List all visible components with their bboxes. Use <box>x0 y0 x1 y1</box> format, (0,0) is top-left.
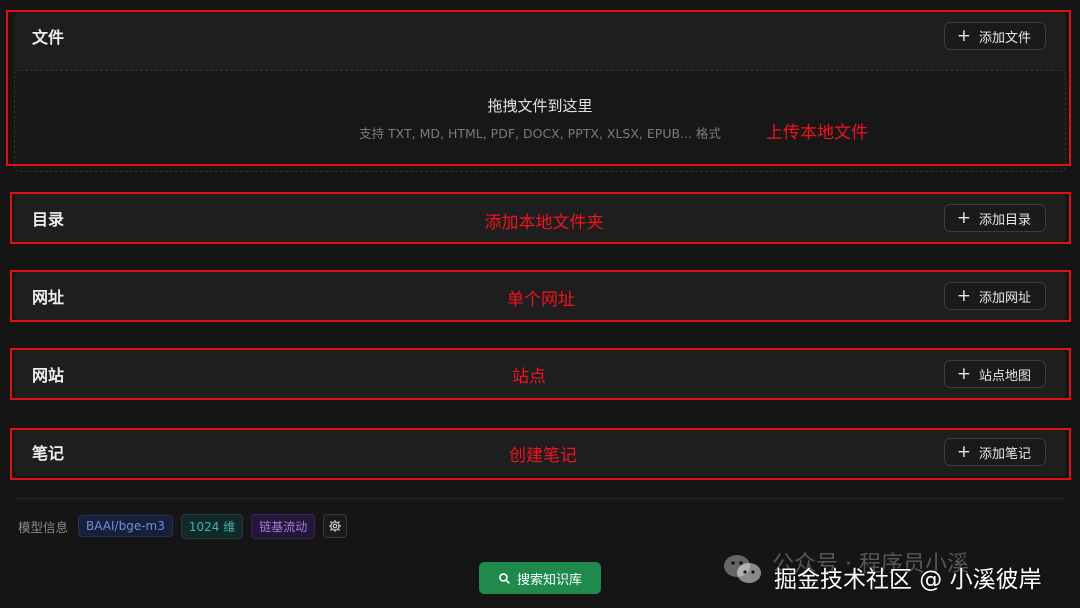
files-section: 文件 + 添加文件 拖拽文件到这里 支持 TXT, MD, HTML, PDF,… <box>14 12 1066 172</box>
search-icon <box>499 572 510 584</box>
gear-icon <box>329 520 342 532</box>
search-knowledge-base-button[interactable]: 搜索知识库 <box>479 562 601 594</box>
dimension-tag: 1024 维 <box>180 513 244 539</box>
plus-icon: + <box>956 441 971 462</box>
add-url-label: 添加网址 <box>978 290 1031 306</box>
provider-tag: 链基流动 <box>251 513 316 539</box>
plus-icon: + <box>956 25 971 46</box>
notes-title: 笔记 <box>32 444 65 463</box>
directory-title: 目录 <box>32 210 65 229</box>
add-url-button[interactable]: + 添加网址 <box>943 282 1046 310</box>
divider <box>14 498 1066 499</box>
plus-icon: + <box>956 285 971 306</box>
annotation-notes: 创建笔记 <box>509 446 577 466</box>
model-name-tag: BAAI/bge-m3 <box>78 515 173 537</box>
watermark: 公众号 · 程序员小溪 掘金技术社区 @ 小溪彼岸 <box>722 542 1072 602</box>
add-directory-label: 添加目录 <box>978 212 1031 228</box>
annotation-files: 上传本地文件 <box>766 123 868 143</box>
website-title: 网站 <box>32 366 65 385</box>
sitemap-button[interactable]: + 站点地图 <box>943 360 1046 388</box>
model-settings-button[interactable] <box>323 514 348 538</box>
model-info-label: 模型信息 <box>18 519 69 535</box>
watermark-community: 掘金技术社区 @ 小溪彼岸 <box>774 567 1042 593</box>
dropzone-title: 拖拽文件到这里 <box>487 97 593 115</box>
add-note-button[interactable]: + 添加笔记 <box>943 438 1046 466</box>
add-file-button[interactable]: + 添加文件 <box>943 22 1046 50</box>
add-note-label: 添加笔记 <box>978 446 1031 462</box>
sitemap-label: 站点地图 <box>978 368 1031 384</box>
plus-icon: + <box>956 207 971 228</box>
wechat-icon <box>724 555 761 583</box>
add-directory-button[interactable]: + 添加目录 <box>943 204 1046 232</box>
file-dropzone[interactable]: 拖拽文件到这里 支持 TXT, MD, HTML, PDF, DOCX, PPT… <box>14 70 1066 172</box>
files-title: 文件 <box>32 28 65 47</box>
url-title: 网址 <box>32 288 65 307</box>
model-info-row: 模型信息 BAAI/bge-m3 1024 维 链基流动 <box>18 513 348 539</box>
dropzone-hint: 支持 TXT, MD, HTML, PDF, DOCX, PPTX, XLSX,… <box>359 126 721 141</box>
add-file-label: 添加文件 <box>978 30 1031 46</box>
annotation-website: 站点 <box>512 367 546 387</box>
search-button-label: 搜索知识库 <box>516 572 582 588</box>
plus-icon: + <box>956 363 971 384</box>
files-header: 文件 + 添加文件 <box>14 12 1066 60</box>
annotation-directory: 添加本地文件夹 <box>484 213 604 233</box>
annotation-url: 单个网址 <box>507 290 575 310</box>
